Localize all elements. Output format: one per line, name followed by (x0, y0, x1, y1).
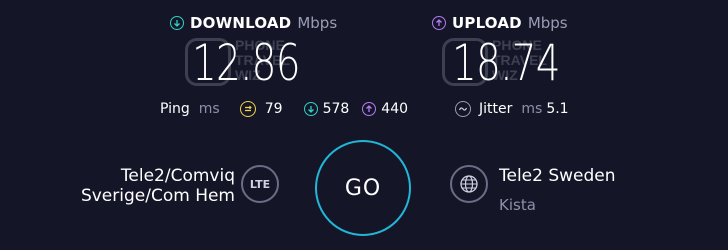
upload-header: UPLOAD Mbps (432, 14, 568, 32)
upload-label: UPLOAD (452, 14, 522, 32)
ping-row: Ping ms 79 578 440 (160, 101, 408, 117)
jitter-row: Jitter ms 5.1 (455, 101, 569, 117)
provider-line-1: Tele2/Comviq (120, 166, 235, 186)
server-name[interactable]: Tele2 Sweden (499, 166, 616, 186)
jitter-unit: ms (521, 101, 543, 117)
upload-arrow-icon (432, 16, 446, 30)
download-unit: Mbps (297, 14, 338, 32)
ping-upload-value: 440 (381, 101, 409, 117)
ping-idle-value: 79 (264, 101, 283, 117)
upload-speed-value: 18.74 (452, 34, 561, 92)
server-location: Kista (499, 196, 536, 214)
jitter-value: 5.1 (546, 101, 569, 117)
provider-name: Tele2/Comviq Sverige/Com Hem (81, 166, 235, 206)
upload-unit: Mbps (527, 14, 568, 32)
download-label: DOWNLOAD (190, 14, 292, 32)
download-latency-icon (303, 102, 318, 116)
lte-badge: LTE (241, 165, 279, 203)
jitter-icon (455, 101, 471, 117)
download-header: DOWNLOAD Mbps (170, 14, 337, 32)
ping-download-value: 578 (322, 101, 350, 117)
go-button[interactable]: GO (315, 140, 411, 236)
ping-unit: ms (198, 101, 220, 117)
upload-latency-icon (362, 102, 377, 116)
jitter-label: Jitter (479, 101, 513, 117)
globe-icon[interactable] (450, 165, 488, 203)
idle-latency-icon (239, 101, 256, 117)
download-speed-value: 12.86 (192, 34, 301, 92)
provider-line-2: Sverige/Com Hem (80, 186, 235, 206)
ping-label: Ping (160, 101, 190, 117)
download-arrow-icon (170, 16, 184, 30)
